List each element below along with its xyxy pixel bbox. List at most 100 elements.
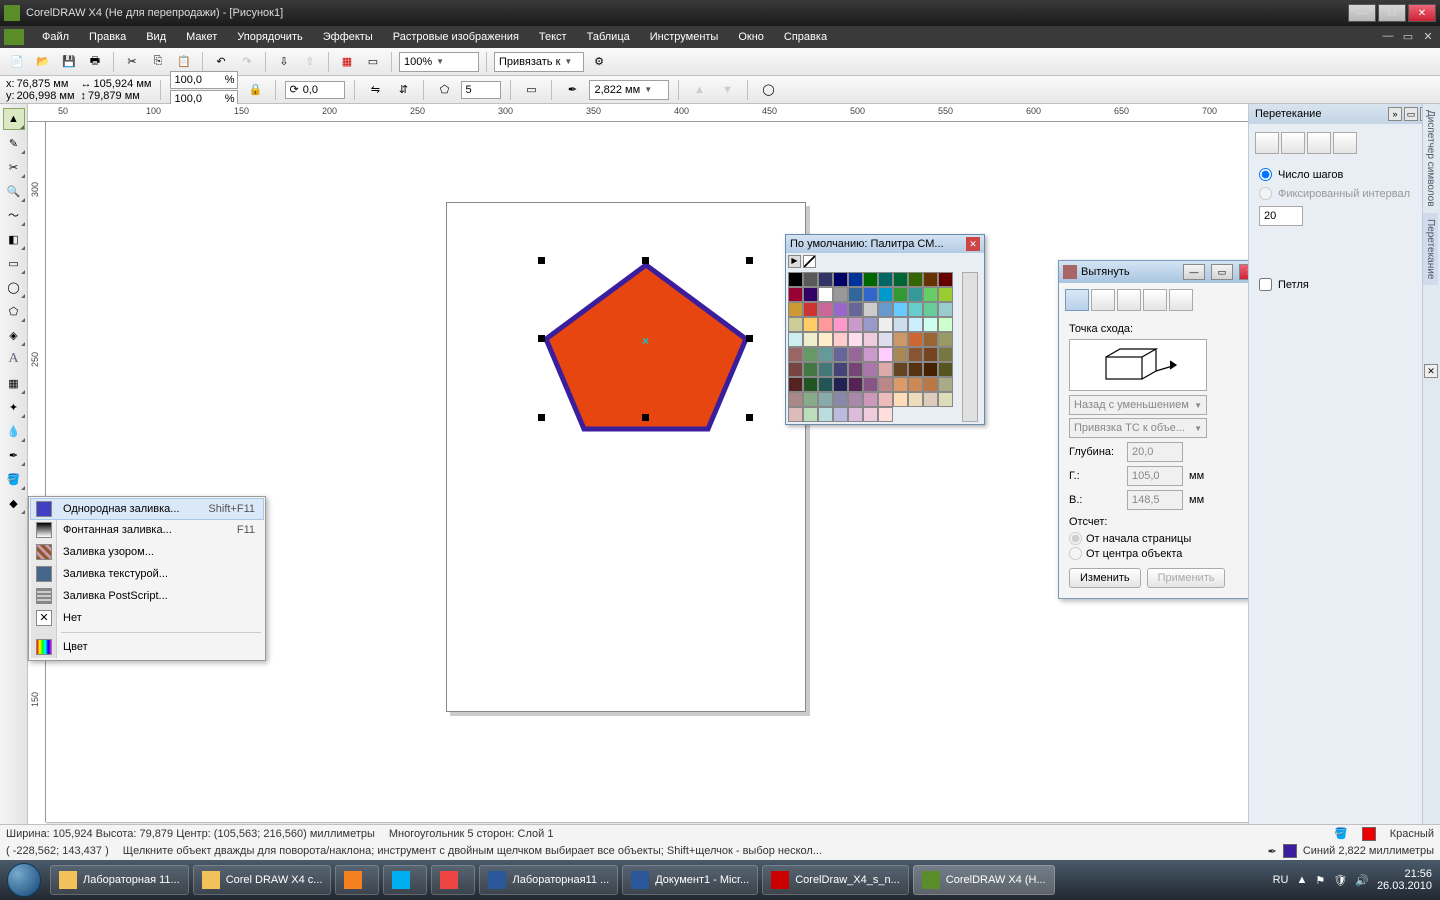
color-swatch[interactable] [938,392,953,407]
color-swatch[interactable] [848,362,863,377]
docker-titlebar[interactable]: Перетекание » ▭ ✕ [1249,104,1440,124]
mdi-minimize[interactable]: — [1380,30,1396,44]
color-swatch[interactable] [938,302,953,317]
mirror-v-button[interactable]: ⇵ [392,79,414,101]
color-swatch[interactable] [803,287,818,302]
color-swatch[interactable] [923,392,938,407]
taskbar-item[interactable]: Лабораторная 11... [50,865,189,895]
color-swatch[interactable] [788,377,803,392]
color-swatch[interactable] [848,302,863,317]
menu-window[interactable]: Окно [728,28,774,46]
docker-tab-blend[interactable]: Перетекание [1423,213,1438,285]
color-swatch[interactable] [908,347,923,362]
color-swatch[interactable] [863,392,878,407]
color-swatch[interactable] [878,287,893,302]
color-swatch[interactable] [803,362,818,377]
blend-tab-steps[interactable] [1255,132,1279,154]
fixed-spacing-radio[interactable]: Фиксированный интервал [1259,187,1430,200]
polygon-tool[interactable]: ⬠ [3,300,25,322]
color-swatch[interactable] [848,377,863,392]
print-button[interactable]: 🖶 [84,51,106,73]
outline-tool[interactable]: ✒ [3,444,25,466]
fill-tool[interactable]: 🪣 [3,468,25,490]
wrap-button[interactable]: ▭ [520,79,542,101]
selection-handle[interactable] [642,414,649,421]
rectangle-tool[interactable]: ▭ [3,252,25,274]
menu-bitmaps[interactable]: Растровые изображения [383,28,529,46]
taskbar-item[interactable]: Документ1 - Micr... [622,865,758,895]
color-swatch[interactable] [848,332,863,347]
color-swatch[interactable] [848,272,863,287]
color-swatch[interactable] [938,377,953,392]
color-swatch[interactable] [848,287,863,302]
menu-arrange[interactable]: Упорядочить [227,28,312,46]
extrude-titlebar[interactable]: Вытянуть — ▭ ✕ [1059,261,1265,283]
save-button[interactable]: 💾 [58,51,80,73]
color-swatch[interactable] [818,332,833,347]
color-swatch[interactable] [803,392,818,407]
color-swatch[interactable] [788,302,803,317]
color-swatch[interactable] [803,302,818,317]
extrude-tab-color[interactable] [1143,289,1167,311]
color-swatch[interactable] [863,377,878,392]
redo-button[interactable]: ↷ [236,51,258,73]
menu-pattern-fill[interactable]: Заливка узором... [31,541,263,563]
clock[interactable]: 21:5626.03.2010 [1377,868,1432,892]
color-swatch[interactable] [878,362,893,377]
color-swatch[interactable] [923,362,938,377]
zoom-tool[interactable]: 🔍 [3,180,25,202]
color-swatch[interactable] [863,407,878,422]
menu-no-fill[interactable]: ✕ Нет [31,607,263,629]
color-swatch[interactable] [923,287,938,302]
color-swatch[interactable] [833,347,848,362]
selection-handle[interactable] [746,257,753,264]
color-swatch[interactable] [878,377,893,392]
steps-radio[interactable]: Число шагов [1259,168,1430,181]
color-swatch[interactable] [863,332,878,347]
color-swatch[interactable] [923,272,938,287]
color-swatch[interactable] [878,332,893,347]
palette-menu-button[interactable]: ▶ [788,255,801,268]
to-front-button[interactable]: ▲ [688,79,710,101]
color-swatch[interactable] [908,332,923,347]
color-swatch[interactable] [908,392,923,407]
menu-postscript-fill[interactable]: Заливка PostScript... [31,585,263,607]
color-swatch[interactable] [818,287,833,302]
lock-ratio-button[interactable]: 🔒 [244,79,266,101]
start-button[interactable] [0,860,48,900]
copy-button[interactable]: ⎘ [147,51,169,73]
to-back-button[interactable]: ▼ [716,79,738,101]
color-swatch[interactable] [863,287,878,302]
color-swatch[interactable] [908,377,923,392]
menu-uniform-fill[interactable]: Однородная заливка... Shift+F11 [30,498,264,520]
color-swatch[interactable] [878,392,893,407]
selection-handle[interactable] [538,335,545,342]
color-swatch[interactable] [833,377,848,392]
docker-collapse-button[interactable]: » [1388,107,1402,121]
color-swatch[interactable] [878,317,893,332]
menu-text[interactable]: Текст [529,28,577,46]
sides-input[interactable]: 5 [461,81,501,99]
rotation-input[interactable]: ⟳0,0 [285,81,345,99]
extrude-vp-lock-select[interactable]: Привязка ТС к объе...▼ [1069,418,1207,438]
blend-tab-accel[interactable] [1281,132,1305,154]
color-swatch[interactable] [788,407,803,422]
taskbar-item[interactable]: Лабораторная11 ... [479,865,618,895]
color-swatch[interactable] [938,272,953,287]
docker-tab-symbols[interactable]: Диспетчер символов [1423,104,1438,213]
outline-width-combo[interactable]: 2,822 мм▼ [589,80,669,100]
color-swatch[interactable] [908,272,923,287]
color-swatch[interactable] [833,287,848,302]
mdi-close[interactable]: ✕ [1420,30,1436,44]
color-swatch[interactable] [788,362,803,377]
no-color-swatch[interactable] [803,255,816,268]
color-swatch[interactable] [803,377,818,392]
menu-edit[interactable]: Правка [79,28,136,46]
open-button[interactable]: 📂 [32,51,54,73]
taskbar-item[interactable]: Corel DRAW X4 с... [193,865,332,895]
color-swatch[interactable] [818,317,833,332]
new-button[interactable]: 📄 [6,51,28,73]
color-swatch[interactable] [863,362,878,377]
welcome-button[interactable]: ▭ [362,51,384,73]
color-swatch[interactable] [848,407,863,422]
